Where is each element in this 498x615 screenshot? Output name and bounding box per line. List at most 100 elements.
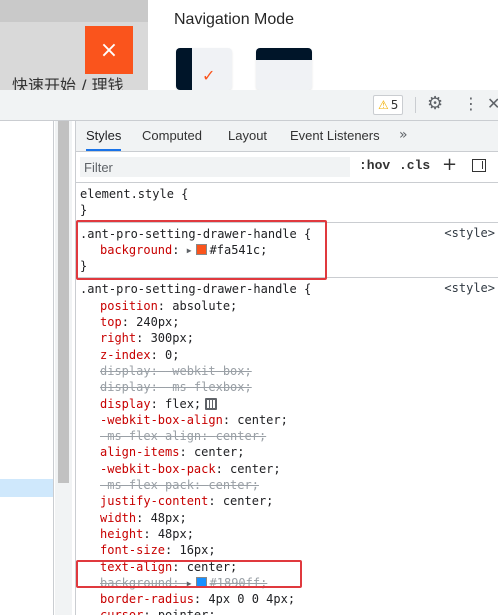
styles-filter-bar: :hov .cls +: [76, 152, 498, 183]
property-name[interactable]: cursor: [100, 608, 143, 615]
style-property[interactable]: -ms-flex-align: center;: [80, 428, 498, 444]
property-name[interactable]: align-items: [100, 445, 179, 459]
app-header: [0, 0, 150, 22]
property-name[interactable]: height: [100, 527, 143, 541]
close-devtools-icon[interactable]: ✕: [487, 94, 498, 114]
style-property[interactable]: height: 48px;: [80, 526, 498, 542]
styles-pane: Styles Computed Layout Event Listeners »…: [75, 121, 498, 615]
property-value[interactable]: 240px;: [136, 315, 179, 329]
hov-button[interactable]: :hov: [359, 158, 390, 173]
tab-layout[interactable]: Layout: [228, 121, 267, 151]
property-name[interactable]: justify-content: [100, 494, 208, 508]
tab-event-listeners[interactable]: Event Listeners: [290, 121, 380, 151]
property-value[interactable]: 4px 0 0 4px;: [208, 592, 295, 606]
property-value[interactable]: absolute;: [172, 299, 237, 313]
rule-source-link[interactable]: <style>: [444, 226, 495, 240]
property-value[interactable]: -webkit-box;: [165, 364, 252, 378]
property-name[interactable]: -ms-flex-align: [100, 429, 201, 443]
property-name[interactable]: display: [100, 364, 151, 378]
property-name[interactable]: display: [100, 397, 151, 411]
property-value[interactable]: pointer;: [158, 608, 216, 615]
property-value[interactable]: center;: [216, 429, 267, 443]
style-property[interactable]: font-size: 16px;: [80, 542, 498, 558]
property-name[interactable]: -webkit-box-align: [100, 413, 223, 427]
property-value[interactable]: 48px;: [158, 527, 194, 541]
warnings-count: 5: [390, 98, 399, 112]
property-value[interactable]: 0;: [165, 348, 179, 362]
devtools-toolbar: ⚠ 5 ⚙ ⋮ ✕: [0, 90, 498, 121]
property-colon: :: [136, 331, 151, 346]
property-name[interactable]: border-radius: [100, 592, 194, 606]
property-name[interactable]: position: [100, 299, 158, 313]
tab-computed[interactable]: Computed: [142, 121, 202, 151]
style-property[interactable]: align-items: center;: [80, 444, 498, 460]
property-name[interactable]: display: [100, 380, 151, 394]
toolbar-divider: [415, 97, 416, 113]
property-colon: :: [136, 510, 151, 525]
nav-mode-sidemenu-option[interactable]: ✓: [176, 48, 232, 90]
style-property[interactable]: z-index: 0;: [80, 347, 498, 363]
elements-tree-pane[interactable]: [0, 121, 54, 615]
tab-styles[interactable]: Styles: [86, 121, 122, 151]
style-property[interactable]: position: absolute;: [80, 298, 498, 314]
style-property[interactable]: -ms-flex-pack: center;: [80, 477, 498, 493]
property-colon: :: [165, 543, 180, 558]
property-colon: :: [143, 608, 157, 615]
style-property[interactable]: -webkit-box-align: center;: [80, 412, 498, 428]
selected-node-row[interactable]: [0, 479, 53, 497]
setting-drawer: Navigation Mode ✓: [148, 0, 498, 90]
style-property[interactable]: cursor: pointer;: [80, 607, 498, 615]
property-name[interactable]: -ms-flex-pack: [100, 478, 194, 492]
style-property[interactable]: justify-content: center;: [80, 493, 498, 509]
new-style-rule-icon[interactable]: +: [442, 154, 457, 175]
rule-source-link[interactable]: <style>: [444, 281, 495, 295]
toggle-computed-sidebar-icon[interactable]: [472, 159, 486, 172]
style-property[interactable]: display: flex;: [80, 396, 498, 412]
property-value[interactable]: center;: [223, 494, 274, 508]
property-colon: :: [215, 461, 231, 476]
property-colon: :: [150, 396, 166, 411]
property-name[interactable]: width: [100, 511, 136, 525]
style-property[interactable]: display: -ms-flexbox;: [80, 379, 498, 395]
property-name[interactable]: z-index: [100, 348, 151, 362]
property-name[interactable]: -webkit-box-pack: [100, 462, 216, 476]
rule-selector[interactable]: .ant-pro-setting-drawer-handle {: [80, 281, 498, 297]
property-value[interactable]: center;: [230, 462, 281, 476]
style-property[interactable]: border-radius: 4px 0 0 4px;: [80, 591, 498, 607]
property-colon: :: [157, 298, 173, 313]
more-tabs-button[interactable]: »: [399, 121, 408, 151]
property-value[interactable]: -ms-flexbox;: [165, 380, 252, 394]
style-property[interactable]: width: 48px;: [80, 510, 498, 526]
cls-button[interactable]: .cls: [399, 158, 430, 173]
style-property[interactable]: top: 240px;: [80, 314, 498, 330]
style-property[interactable]: -webkit-box-pack: center;: [80, 461, 498, 477]
property-value[interactable]: center;: [194, 445, 245, 459]
property-colon: :: [143, 526, 158, 541]
filter-input[interactable]: [80, 157, 350, 177]
nav-mode-topmenu-option[interactable]: [256, 48, 312, 90]
property-name[interactable]: font-size: [100, 543, 165, 557]
property-value[interactable]: 300px;: [151, 331, 194, 345]
property-colon: :: [150, 363, 166, 378]
gear-icon[interactable]: ⚙: [427, 94, 443, 114]
property-value[interactable]: 16px;: [179, 543, 215, 557]
elements-scrollbar[interactable]: [55, 121, 72, 615]
property-colon: :: [179, 445, 194, 460]
property-value[interactable]: center;: [208, 478, 259, 492]
property-value[interactable]: 48px;: [151, 511, 187, 525]
more-options-icon[interactable]: ⋮: [463, 94, 479, 114]
property-name[interactable]: right: [100, 331, 136, 345]
rule-selector[interactable]: element.style {: [80, 186, 498, 202]
property-name[interactable]: top: [100, 315, 122, 329]
setting-drawer-handle[interactable]: ×: [85, 26, 133, 74]
style-property[interactable]: display: -webkit-box;: [80, 363, 498, 379]
page-breadcrumb-text: 快速开始 / 理钱: [12, 76, 124, 90]
warnings-badge[interactable]: ⚠ 5: [373, 95, 404, 115]
property-colon: :: [121, 315, 137, 330]
property-value[interactable]: center;: [237, 413, 288, 427]
property-value[interactable]: flex;: [165, 397, 201, 411]
annotation-highlight-struck-background: [76, 560, 302, 588]
style-property[interactable]: right: 300px;: [80, 330, 498, 346]
flexbox-editor-icon[interactable]: [205, 397, 218, 410]
scrollbar-thumb[interactable]: [58, 121, 69, 483]
